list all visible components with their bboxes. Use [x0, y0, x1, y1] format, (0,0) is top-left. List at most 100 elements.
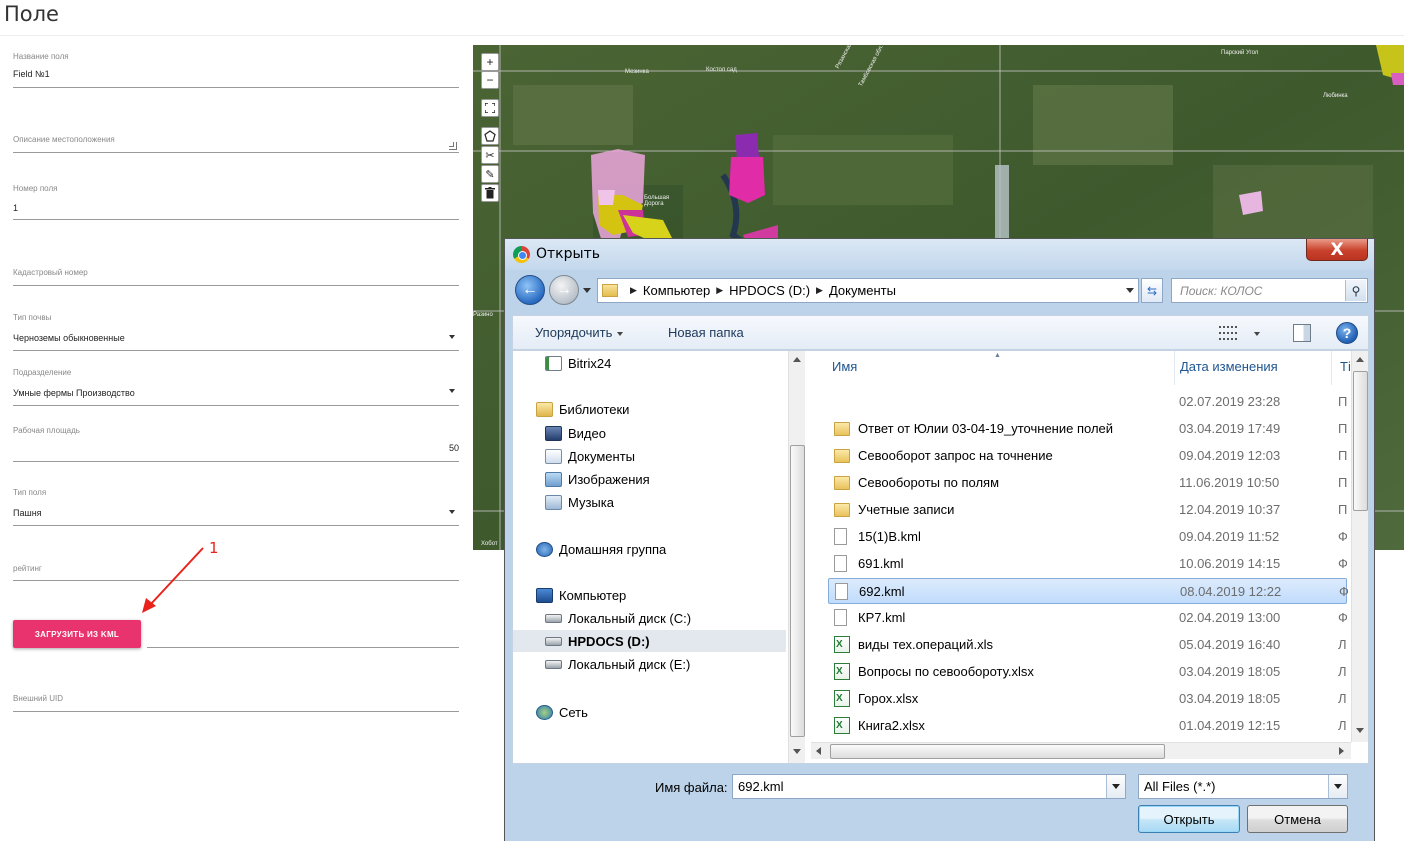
header-divider [0, 35, 1404, 36]
field-name-field[interactable]: Название поля Field №1 [13, 52, 459, 88]
dialog-content: Bitrix24 Библиотеки Видео Документы Изоб… [512, 350, 1369, 764]
tree-item-pictures[interactable]: Изображения [545, 469, 650, 489]
column-divider[interactable] [1331, 351, 1332, 385]
scroll-left-icon[interactable] [816, 747, 821, 755]
new-folder-button[interactable]: Новая папка [668, 325, 744, 340]
file-row[interactable]: виды тех.операций.xls 05.04.2019 16:40 Л [828, 632, 1347, 658]
file-row[interactable]: 692.kml 08.04.2019 12:22 Ф [828, 578, 1348, 604]
search-input[interactable]: Поиск: КОЛОС ⚲ [1171, 278, 1368, 303]
zoom-out-button[interactable]: − [481, 71, 499, 89]
tree-item-video[interactable]: Видео [545, 423, 606, 443]
horizontal-scrollbar-thumb[interactable] [830, 744, 1165, 759]
file-row[interactable]: Книга2.xlsx 01.04.2019 12:15 Л [828, 713, 1347, 739]
file-row[interactable]: Севооборот запрос на точнение 09.04.2019 … [828, 443, 1347, 469]
refresh-icon[interactable]: ⇆ [1141, 278, 1163, 303]
upload-kml-button[interactable]: ЗАГРУЗИТЬ ИЗ KML [13, 620, 141, 648]
scroll-up-icon[interactable] [793, 357, 801, 362]
recent-locations-dropdown-icon[interactable] [583, 288, 591, 293]
chevron-down-icon[interactable] [1328, 775, 1347, 798]
breadcrumb-drive[interactable]: HPDOCS (D:) [729, 283, 810, 298]
file-row[interactable]: Горох.xlsx 03.04.2019 18:05 Л [828, 686, 1347, 712]
chevron-down-icon[interactable] [1106, 775, 1125, 798]
scroll-down-icon[interactable] [1356, 728, 1364, 733]
chevron-down-icon[interactable] [1126, 288, 1134, 293]
soil-type-label: Тип почвы [13, 313, 52, 322]
file-date: 08.04.2019 12:22 [1180, 584, 1282, 599]
tree-item-network[interactable]: Сеть [536, 702, 588, 722]
zoom-in-button[interactable]: + [481, 53, 499, 71]
file-row[interactable]: 02.07.2019 23:28 П [828, 389, 1347, 415]
dialog-titlebar[interactable]: Открыть X [505, 239, 1374, 270]
location-description-field[interactable]: Описание местоположения [13, 133, 459, 153]
folder-icon [834, 503, 850, 517]
file-row[interactable]: КР7.kml 02.04.2019 13:00 Ф [828, 605, 1347, 631]
filename-input[interactable]: 692.kml [732, 774, 1126, 799]
scroll-right-icon[interactable] [1339, 747, 1344, 755]
tree-item-homegroup[interactable]: Домашняя группа [536, 539, 666, 559]
file-list-scrollbar[interactable] [1351, 351, 1368, 742]
file-list-horizontal-scrollbar[interactable] [811, 742, 1351, 759]
file-type-select[interactable]: All Files (*.*) [1138, 774, 1348, 799]
tree-item-drive-c[interactable]: Локальный диск (C:) [545, 608, 691, 628]
file-list-scrollbar-thumb[interactable] [1353, 371, 1368, 511]
tree-scrollbar-thumb[interactable] [790, 445, 805, 737]
division-select[interactable]: Подразделение Умные фермы Производство [13, 368, 459, 406]
file-row[interactable]: Севообороты по полям 11.06.2019 10:50 П [828, 470, 1347, 496]
search-icon[interactable]: ⚲ [1345, 280, 1366, 301]
tree-item-documents[interactable]: Документы [545, 446, 635, 466]
edit-icon[interactable]: ✎ [481, 165, 499, 183]
column-divider[interactable] [1174, 351, 1175, 385]
file-row[interactable]: Ответ от Юлии 03-04-19_уточнение полей 03… [828, 416, 1347, 442]
tree-item-music[interactable]: Музыка [545, 492, 614, 512]
division-label: Подразделение [13, 368, 72, 377]
chrome-icon [513, 246, 530, 263]
chevron-right-icon[interactable]: ▶ [816, 285, 823, 296]
back-arrow-icon[interactable]: ← [515, 275, 545, 305]
field-number-field[interactable]: Номер поля 1 [13, 184, 459, 220]
file-row[interactable]: 15(1)В.kml 09.04.2019 11:52 Ф [828, 524, 1347, 550]
forward-arrow-icon[interactable]: → [549, 275, 579, 305]
work-area-field[interactable]: Рабочая площадь 50 [13, 426, 459, 462]
draw-polygon-icon[interactable] [481, 127, 499, 145]
chevron-down-icon[interactable] [1254, 332, 1260, 336]
resize-handle-icon[interactable] [449, 142, 457, 150]
preview-pane-icon[interactable] [1293, 324, 1311, 342]
tree-item-drive-d[interactable]: HPDOCS (D:) [545, 631, 650, 651]
help-icon[interactable]: ? [1336, 322, 1358, 344]
chevron-right-icon[interactable]: ▶ [630, 285, 637, 296]
file-name: Севооборот запрос на точнение [858, 448, 1053, 463]
cut-icon[interactable]: ✂ [481, 146, 499, 164]
tree-item-computer[interactable]: Компьютер [536, 585, 626, 605]
folder-icon [834, 449, 850, 463]
field-type-select[interactable]: Тип поля Пашня [13, 488, 459, 526]
fullscreen-icon[interactable] [481, 99, 499, 117]
column-header-name[interactable]: Имя [832, 359, 857, 374]
open-button[interactable]: Открыть [1138, 805, 1240, 833]
delete-icon[interactable] [481, 184, 499, 202]
cancel-button[interactable]: Отмена [1247, 805, 1348, 833]
rating-field[interactable]: рейтинг [13, 562, 459, 581]
breadcrumb-folder[interactable]: Документы [829, 283, 896, 298]
breadcrumb-computer[interactable]: Компьютер [643, 283, 710, 298]
file-row[interactable]: Учетные записи 12.04.2019 10:37 П [828, 497, 1347, 523]
file-row[interactable]: 691.kml 10.06.2019 14:15 Ф [828, 551, 1347, 577]
video-icon [545, 425, 562, 441]
address-bar[interactable]: ▶ Компьютер ▶ HPDOCS (D:) ▶ Документы [597, 278, 1139, 303]
organize-menu[interactable]: Упорядочить [535, 325, 624, 340]
file-row[interactable]: Вопросы по севообороту.xlsx 03.04.2019 18… [828, 659, 1347, 685]
view-mode-icon[interactable] [1219, 326, 1237, 340]
column-header-date[interactable]: Дата изменения [1180, 359, 1278, 374]
close-button[interactable]: X [1306, 239, 1368, 261]
soil-type-select[interactable]: Тип почвы Черноземы обыкновенные [13, 313, 459, 351]
scroll-up-icon[interactable] [1356, 357, 1364, 362]
column-header-type[interactable]: Ті [1340, 359, 1351, 374]
tree-scrollbar[interactable] [788, 351, 805, 763]
tree-item-drive-e[interactable]: Локальный диск (E:) [545, 654, 690, 674]
chevron-right-icon[interactable]: ▶ [716, 285, 723, 296]
cadastral-number-label: Кадастровый номер [13, 268, 88, 277]
tree-item-libraries[interactable]: Библиотеки [536, 399, 629, 419]
tree-item-bitrix24[interactable]: Bitrix24 [545, 353, 611, 373]
cadastral-number-field[interactable]: Кадастровый номер [13, 266, 459, 286]
scroll-down-icon[interactable] [793, 749, 801, 754]
external-uid-field[interactable]: Внешний UID [13, 692, 459, 712]
